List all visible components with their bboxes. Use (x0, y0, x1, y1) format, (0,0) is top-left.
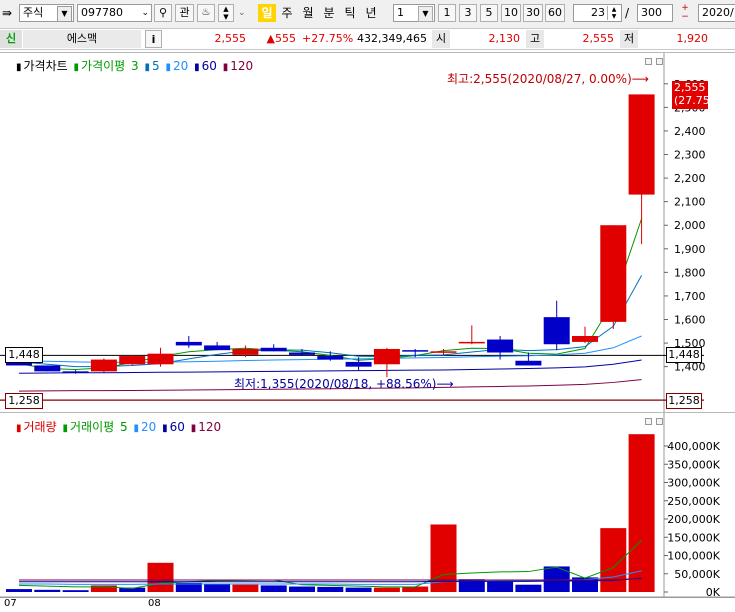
legend-ma-3: 3 (131, 59, 139, 73)
low-annotation-text: 최저:1,355(2020/08/18, +88.56%) (234, 377, 437, 391)
legend-ma-20: 20 (173, 59, 189, 73)
new-listing-badge: 신 (0, 30, 22, 48)
chevron-down-icon[interactable]: ▼ (418, 6, 433, 22)
display-count-input[interactable]: 23 ▲ ▼ (573, 4, 622, 22)
search-button[interactable]: ⚲ (154, 4, 172, 22)
pane-close-button[interactable] (656, 58, 663, 65)
interval-10-button[interactable]: 10 (501, 4, 521, 22)
pane-minimize-button[interactable] (645, 58, 652, 65)
hline2-label-right: 1,258 (666, 393, 702, 409)
low-label: 저 (620, 30, 638, 48)
period-tick[interactable]: 틱 (342, 4, 358, 22)
period-minute[interactable]: 분 (321, 4, 337, 22)
hline-label-left: 1,448 (5, 347, 43, 363)
interval-3-button[interactable]: 3 (459, 4, 477, 22)
interval-30-button[interactable]: 30 (523, 4, 543, 22)
x-label-08: 08 (148, 598, 161, 609)
legend-ma-label: 가격이평 (81, 59, 126, 73)
current-price-tag: 2,555 (27.75%) (672, 81, 725, 109)
interval-60-button[interactable]: 60 (545, 4, 565, 22)
market-select-value: 주식 (23, 6, 44, 19)
market-select[interactable]: 주식 ▼ (19, 4, 74, 22)
legend-ma-5: 5 (152, 59, 160, 73)
high-label: 고 (526, 30, 544, 48)
legend-vma-20: 20 (140, 420, 157, 434)
high-price: 2,555 (582, 32, 615, 45)
search-icon: ⚲ (158, 6, 168, 19)
low-annotation: 최저:1,355(2020/08/18, +88.56%)⟶ (234, 375, 454, 392)
hline-label-right: 1,448 (666, 347, 702, 363)
quote-info-bar: 신 에스맥 i 2,555 ▲555 +27.75% 432,349,465 시… (0, 29, 735, 50)
period-year[interactable]: 년 (363, 4, 379, 22)
price-chart-pane[interactable]: ▮ 가격차트 ▮ 가격이평 3 ▮ 5 ▮ 20 ▮ 60 ▮ 120 (0, 52, 735, 413)
high-annotation-text: 최고:2,555(2020/08/27, 0.00%) (447, 72, 632, 86)
count-stepper[interactable]: ▲ ▼ (607, 6, 620, 20)
total-count-input[interactable]: 300 (637, 4, 673, 22)
legend-vma-5: 5 (119, 420, 128, 434)
interval-5-button[interactable]: 5 (480, 4, 498, 22)
period-month[interactable]: 월 (300, 4, 316, 22)
watchlist-button[interactable]: 관 (175, 4, 194, 22)
current-price-tag-value: 2,555 (674, 81, 706, 94)
bell-icon[interactable]: ♨ (197, 4, 215, 22)
chevron-down-icon[interactable]: ▼ (57, 6, 72, 22)
high-annotation: 최고:2,555(2020/08/27, 0.00%)⟶ (447, 70, 649, 87)
volume-chart-pane[interactable]: ▮ 거래량 ▮ 거래이평 5 ▮ 20 ▮ 60 ▮ 120 (0, 412, 735, 598)
open-label: 시 (432, 30, 450, 48)
trading-volume: 432,349,465 (357, 32, 427, 45)
dropdown-icon[interactable]: ⌄ (238, 4, 248, 22)
legend-price-title: 가격차트 (23, 59, 68, 73)
interval-value: 1 (397, 6, 404, 19)
stock-name: 에스맥 (23, 30, 141, 48)
link-arrow-icon[interactable]: ⇛ (2, 4, 18, 22)
info-button[interactable]: i (145, 30, 162, 48)
period-day[interactable]: 일 (258, 4, 276, 22)
legend-vma-label: 거래이평 (69, 420, 115, 434)
legend-vma-120: 120 (198, 420, 222, 434)
legend-ma-60: 60 (201, 59, 217, 73)
x-axis: 07 08 (0, 597, 735, 612)
current-price: 2,555 (214, 32, 247, 45)
stock-code-input[interactable]: 097780 ⌄ (77, 4, 152, 22)
toolbar: ⇛ 주식 ▼ 097780 ⌄ ⚲ 관 ♨ ▲ ▼ ⌄ 일 주 월 분 틱 년 1… (0, 0, 735, 29)
count-separator: / (625, 6, 630, 20)
period-week[interactable]: 주 (279, 4, 295, 22)
x-label-07: 07 (4, 598, 17, 609)
pane-close-button[interactable] (656, 418, 663, 425)
pane-minimize-button[interactable] (645, 418, 652, 425)
hline2-label-left: 1,258 (5, 393, 43, 409)
zoom-icon[interactable]: + − (676, 4, 694, 22)
legend-vma-60: 60 (169, 420, 185, 434)
legend-ma-120: 120 (230, 59, 254, 73)
legend-volume-title: 거래량 (23, 420, 57, 434)
price-change: ▲555 (266, 32, 296, 45)
interval-select[interactable]: 1 ▼ (393, 4, 435, 22)
interval-1-button[interactable]: 1 (438, 4, 456, 22)
up-down-stepper[interactable]: ▲ ▼ (218, 4, 234, 22)
change-percent: +27.75% (302, 32, 354, 45)
arrow-right-icon: ⟶ (436, 377, 454, 391)
current-pct-tag-value: (27.75%) (674, 94, 725, 107)
low-price: 1,920 (676, 32, 709, 45)
chevron-down-icon[interactable]: ⌄ (141, 5, 149, 21)
volume-legend: ▮ 거래량 ▮ 거래이평 5 ▮ 20 ▮ 60 ▮ 120 (16, 420, 222, 434)
stock-code-value: 097780 (81, 6, 123, 19)
date-input[interactable]: 2020/ (698, 4, 735, 22)
open-price: 2,130 (488, 32, 521, 45)
price-legend: ▮ 가격차트 ▮ 가격이평 3 ▮ 5 ▮ 20 ▮ 60 ▮ 120 (16, 59, 254, 73)
display-count-value: 23 (591, 6, 605, 19)
arrow-right-icon: ⟶ (631, 72, 649, 86)
